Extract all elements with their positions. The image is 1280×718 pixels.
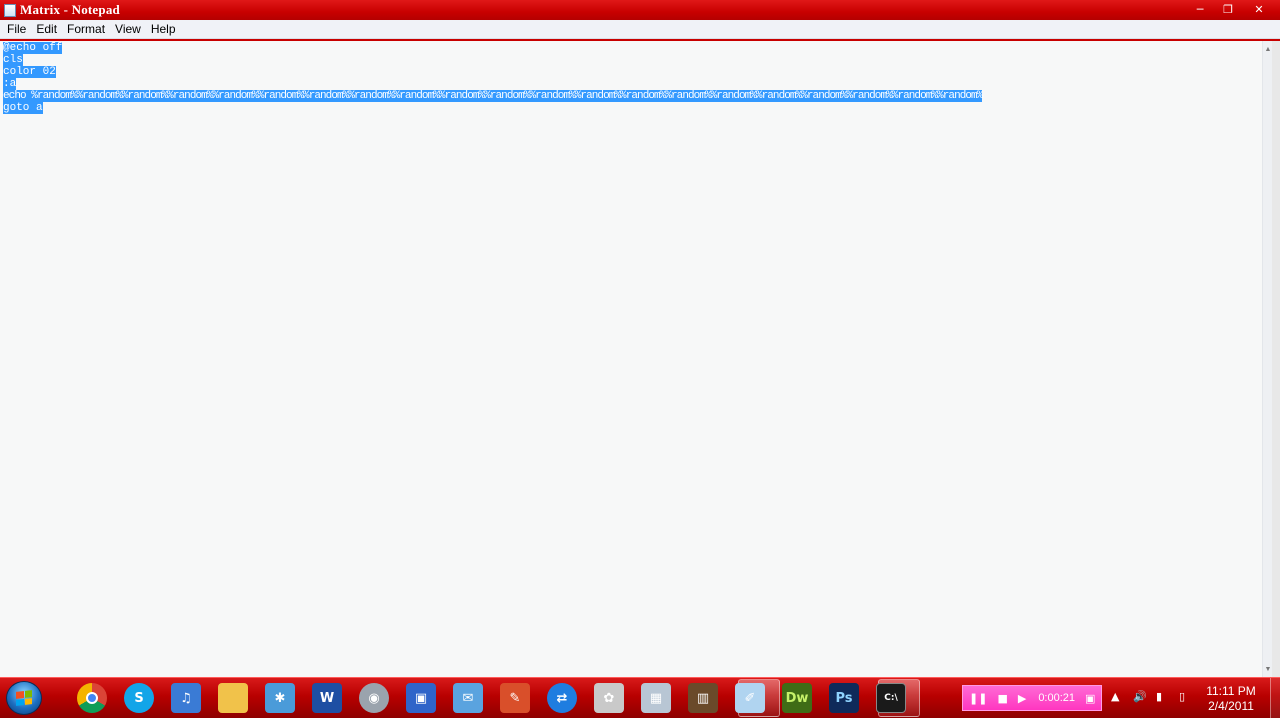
text-editor[interactable]: @echo off cls color 02 :a echo %random%%…: [0, 41, 1262, 677]
show-desktop-button[interactable]: [1270, 678, 1280, 718]
itunes-icon[interactable]: ♫: [171, 683, 201, 713]
editor-line: goto a: [3, 102, 982, 114]
chrome-icon[interactable]: [77, 683, 107, 713]
recording-time: 0:00:21: [1038, 692, 1076, 704]
menu-help[interactable]: Help: [146, 20, 181, 39]
recorder-menu-icon[interactable]: ▣: [1085, 692, 1095, 705]
editor-line: @echo off: [3, 42, 982, 54]
stop-icon[interactable]: ■: [997, 692, 1007, 705]
menu-edit[interactable]: Edit: [31, 20, 62, 39]
network-signal-icon[interactable]: ▮: [1156, 690, 1162, 703]
editor-line: color 02: [3, 66, 982, 78]
play-icon[interactable]: ▶: [1018, 692, 1026, 705]
menu-format[interactable]: Format: [62, 20, 110, 39]
teamviewer-icon[interactable]: ⇄: [547, 683, 577, 713]
tray-arrow-icon[interactable]: ▲: [1111, 690, 1119, 703]
webcam-icon[interactable]: ◉: [359, 683, 389, 713]
title-bar[interactable]: Matrix - Notepad ─ ❐ ✕: [0, 0, 1280, 20]
window-border: [1272, 41, 1280, 677]
calculator-icon[interactable]: ▦: [641, 683, 671, 713]
paint-icon[interactable]: ✎: [500, 683, 530, 713]
selected-text: color 02: [3, 66, 56, 78]
explorer-folder-icon[interactable]: [218, 683, 248, 713]
photoshop-icon[interactable]: Ps: [829, 683, 859, 713]
skype-icon[interactable]: S: [124, 683, 154, 713]
clock-date: 2/4/2011: [1208, 699, 1254, 713]
selected-text: echo %random%%random%%random%%random%%ra…: [3, 90, 983, 102]
window-title: Matrix - Notepad: [20, 2, 120, 17]
vertical-scrollbar[interactable]: ▲ ▼: [1262, 41, 1272, 677]
editor-line: echo %random%%random%%random%%random%%ra…: [3, 90, 983, 102]
notepad-app-icon[interactable]: [4, 3, 16, 17]
menu-view[interactable]: View: [110, 20, 146, 39]
maximize-button[interactable]: ❐: [1214, 1, 1242, 17]
system-clock[interactable]: 11:11 PM 2/4/2011: [1200, 684, 1262, 714]
battery-icon[interactable]: ▯: [1179, 690, 1185, 703]
volume-icon[interactable]: 🔊: [1133, 690, 1147, 703]
menu-bar: File Edit Format View Help: [0, 20, 1280, 39]
editor-lines: @echo off cls color 02 :a echo %random%%…: [3, 42, 983, 114]
archive-icon[interactable]: ▥: [688, 683, 718, 713]
remote-desktop-icon[interactable]: ▣: [406, 683, 436, 713]
selected-text: @echo off: [3, 42, 63, 54]
dreamweaver-icon[interactable]: Dw: [782, 683, 812, 713]
screen-recorder-bar: ❚❚ ■ ▶ 0:00:21 ▣: [962, 685, 1102, 711]
menu-file[interactable]: File: [2, 20, 31, 39]
pause-icon[interactable]: ❚❚: [969, 692, 987, 705]
media-icon[interactable]: ✿: [594, 683, 624, 713]
word-icon[interactable]: W: [312, 683, 342, 713]
window-controls: ─ ❐ ✕: [1186, 1, 1276, 17]
selected-text: cls: [3, 54, 23, 66]
cmd-icon[interactable]: C:\: [876, 683, 906, 713]
start-button[interactable]: [6, 681, 42, 715]
close-button[interactable]: ✕: [1242, 1, 1276, 17]
network-icon[interactable]: ✱: [265, 683, 295, 713]
minimize-button[interactable]: ─: [1186, 1, 1214, 17]
clock-time: 11:11 PM: [1206, 684, 1256, 698]
selected-text: goto a: [3, 102, 43, 114]
windows-logo-icon: [16, 690, 32, 706]
editor-line: :a: [3, 78, 982, 90]
notepad-icon[interactable]: ✐: [735, 683, 765, 713]
mail-icon[interactable]: ✉: [453, 683, 483, 713]
selected-text: :a: [3, 78, 17, 90]
editor-line: cls: [3, 54, 982, 66]
